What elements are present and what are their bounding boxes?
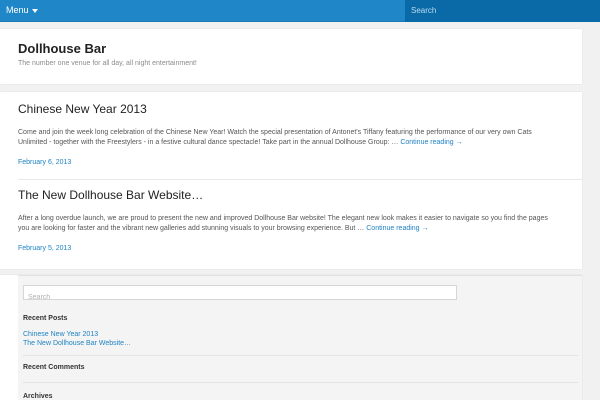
post-excerpt-text: After a long overdue launch, we are prou… xyxy=(18,215,548,232)
post-date-link[interactable]: February 5, 2013 xyxy=(18,245,582,252)
post-title-link[interactable]: The New Dollhouse Bar Website… xyxy=(18,188,582,202)
site-header: Dollhouse Bar The number one venue for a… xyxy=(0,29,582,84)
post-article: Chinese New Year 2013 Come and join the … xyxy=(18,102,582,166)
post-excerpt: Come and join the week long celebration … xyxy=(18,128,558,148)
recent-post-link[interactable]: Chinese New Year 2013 xyxy=(23,331,98,338)
post-excerpt: After a long overdue launch, we are prou… xyxy=(18,214,558,234)
post-divider xyxy=(18,179,582,180)
continue-reading-link[interactable]: Continue reading → xyxy=(400,139,462,146)
widget-search-input[interactable] xyxy=(24,291,456,304)
widget-area-inner: Recent Posts Chinese New Year 2013 The N… xyxy=(18,276,582,400)
menu-button[interactable]: Menu xyxy=(6,4,38,16)
widget-divider xyxy=(23,382,578,383)
widget-divider xyxy=(23,355,578,356)
site-description: The number one venue for all day, all ni… xyxy=(18,60,197,67)
header-search-area xyxy=(405,0,600,22)
recent-comments-heading: Recent Comments xyxy=(23,364,85,371)
site-title[interactable]: Dollhouse Bar xyxy=(18,41,106,56)
widget-search-box xyxy=(23,285,457,304)
archives-heading: Archives xyxy=(23,393,53,400)
recent-post-link[interactable]: The New Dollhouse Bar Website… xyxy=(23,340,131,347)
posts-container: Chinese New Year 2013 Come and join the … xyxy=(0,92,582,269)
top-navigation-bar: Menu xyxy=(0,0,600,22)
chevron-down-icon xyxy=(31,8,38,13)
recent-posts-heading: Recent Posts xyxy=(23,315,68,322)
post-article: The New Dollhouse Bar Website… After a l… xyxy=(18,188,582,252)
post-title-link[interactable]: Chinese New Year 2013 xyxy=(18,102,582,116)
continue-reading-link[interactable]: Continue reading → xyxy=(366,225,428,232)
widget-area: Recent Posts Chinese New Year 2013 The N… xyxy=(0,275,582,400)
post-date-link[interactable]: February 6, 2013 xyxy=(18,159,582,166)
menu-label: Menu xyxy=(6,5,29,15)
header-search-input[interactable] xyxy=(405,0,585,21)
